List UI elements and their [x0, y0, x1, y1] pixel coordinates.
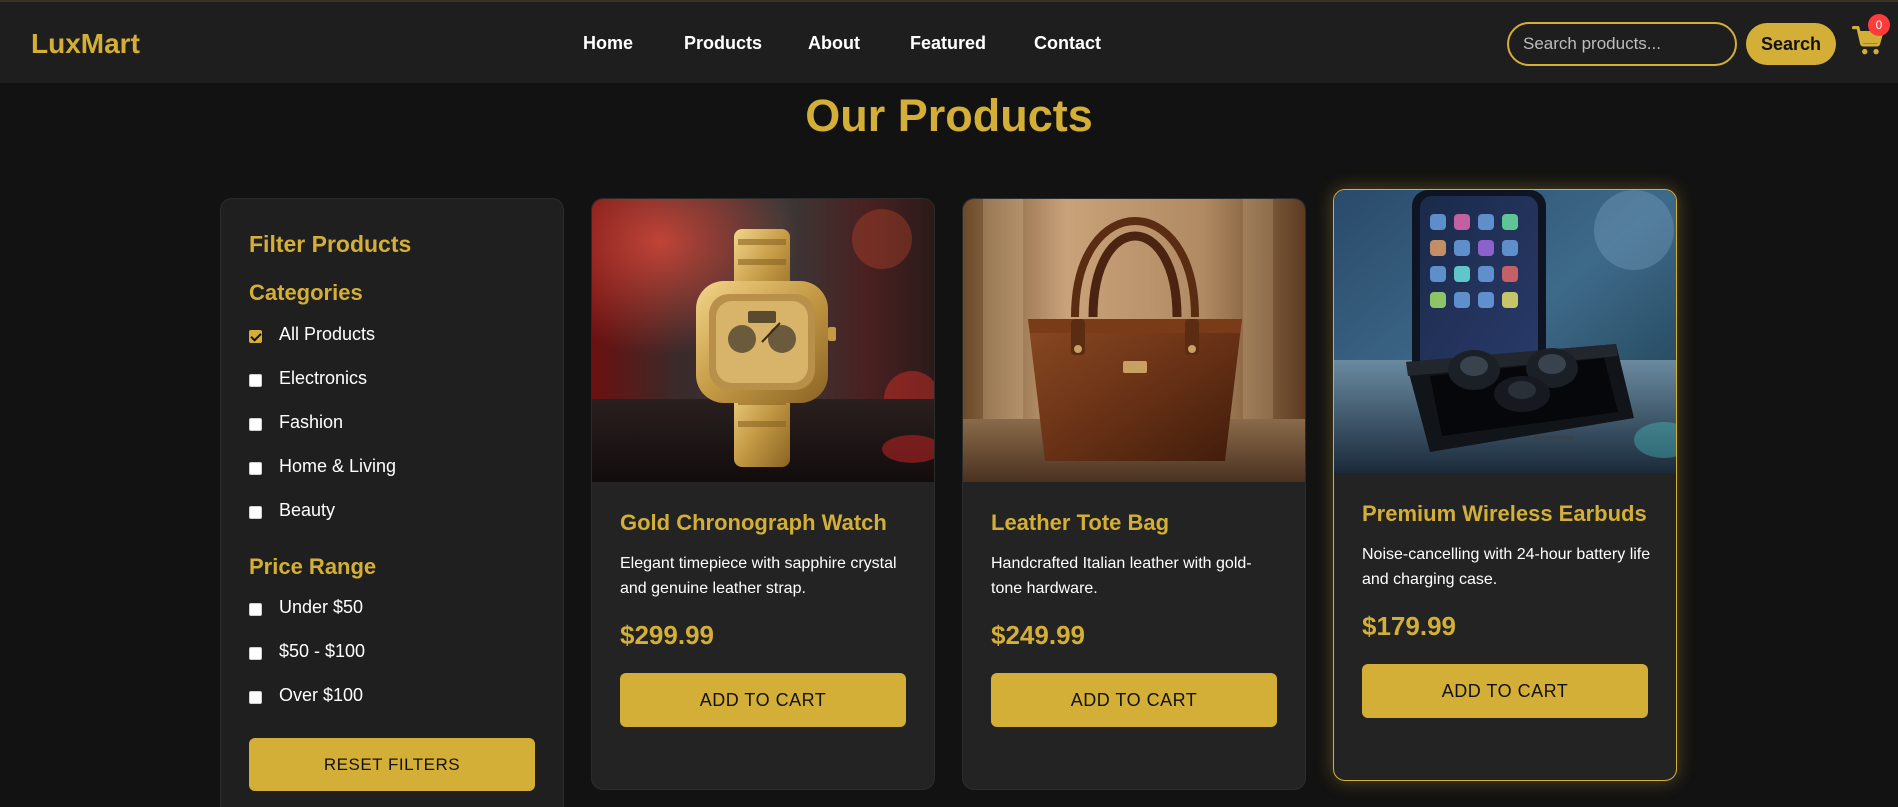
earbuds-image[interactable]: [1334, 190, 1676, 473]
product-price: $179.99: [1362, 611, 1456, 641]
price-label: Over $100: [279, 685, 364, 705]
add-to-cart-button[interactable]: ADD TO CART: [1362, 664, 1648, 718]
nav-link-products[interactable]: Products: [684, 33, 762, 54]
price-label: Under $50: [279, 597, 364, 617]
checkbox[interactable]: [249, 374, 262, 387]
categories-title: Categories: [249, 280, 363, 305]
cart-count-badge: 0: [1868, 14, 1890, 36]
checkbox[interactable]: [249, 691, 262, 704]
search-button[interactable]: Search: [1746, 23, 1836, 65]
leather-bag-image[interactable]: [963, 199, 1305, 482]
checkbox[interactable]: [249, 603, 262, 616]
product-card-watch: Gold Chronograph Watch Elegant timepiece…: [591, 198, 935, 790]
product-card-earbuds: Premium Wireless Earbuds Noise-cancellin…: [1333, 189, 1677, 781]
price-range-title: Price Range: [249, 554, 377, 579]
earbuds-illustration: [1334, 190, 1676, 473]
nav-link-contact[interactable]: Contact: [1034, 33, 1101, 54]
product-card-tote-bag: Leather Tote Bag Handcrafted Italian lea…: [962, 198, 1306, 790]
product-price: $299.99: [620, 620, 714, 650]
category-label: Beauty: [279, 500, 336, 520]
checkbox[interactable]: [249, 330, 262, 343]
page-title: Our Products: [805, 90, 1093, 141]
checkbox[interactable]: [249, 462, 262, 475]
nav-link-featured[interactable]: Featured: [910, 33, 986, 54]
filter-sidebar: Filter Products Categories All Products …: [220, 198, 564, 807]
category-label: Fashion: [279, 412, 344, 432]
navbar: LuxMart Home Products About Featured Con…: [0, 0, 1898, 83]
price-label: $50 - $100: [279, 641, 366, 661]
product-description: Handcrafted Italian leather with gold-to…: [991, 555, 1252, 597]
search-input[interactable]: [1507, 22, 1737, 66]
product-price: $249.99: [991, 620, 1085, 650]
category-label: All Products: [279, 324, 376, 344]
gold-watch-illustration: [592, 199, 934, 482]
leather-bag-illustration: [963, 199, 1305, 482]
product-name[interactable]: Premium Wireless Earbuds: [1362, 501, 1647, 527]
gold-watch-image[interactable]: [592, 199, 934, 482]
product-description: Noise-cancelling with 24-hour battery li…: [1362, 546, 1651, 588]
filter-title: Filter Products: [249, 231, 412, 257]
product-name[interactable]: Gold Chronograph Watch: [620, 510, 887, 536]
category-label: Home & Living: [279, 456, 397, 476]
add-to-cart-button[interactable]: ADD TO CART: [991, 673, 1277, 727]
checkbox[interactable]: [249, 506, 262, 519]
nav-link-about[interactable]: About: [808, 33, 860, 54]
nav-link-home[interactable]: Home: [583, 33, 633, 54]
checkbox[interactable]: [249, 647, 262, 660]
category-label: Electronics: [279, 368, 368, 388]
add-to-cart-button[interactable]: ADD TO CART: [620, 673, 906, 727]
cart-button[interactable]: 0: [1851, 14, 1890, 60]
checkbox[interactable]: [249, 418, 262, 431]
reset-filters-button[interactable]: RESET FILTERS: [249, 738, 535, 791]
product-name[interactable]: Leather Tote Bag: [991, 510, 1169, 536]
product-description: Elegant timepiece with sapphire crystal …: [620, 555, 897, 597]
